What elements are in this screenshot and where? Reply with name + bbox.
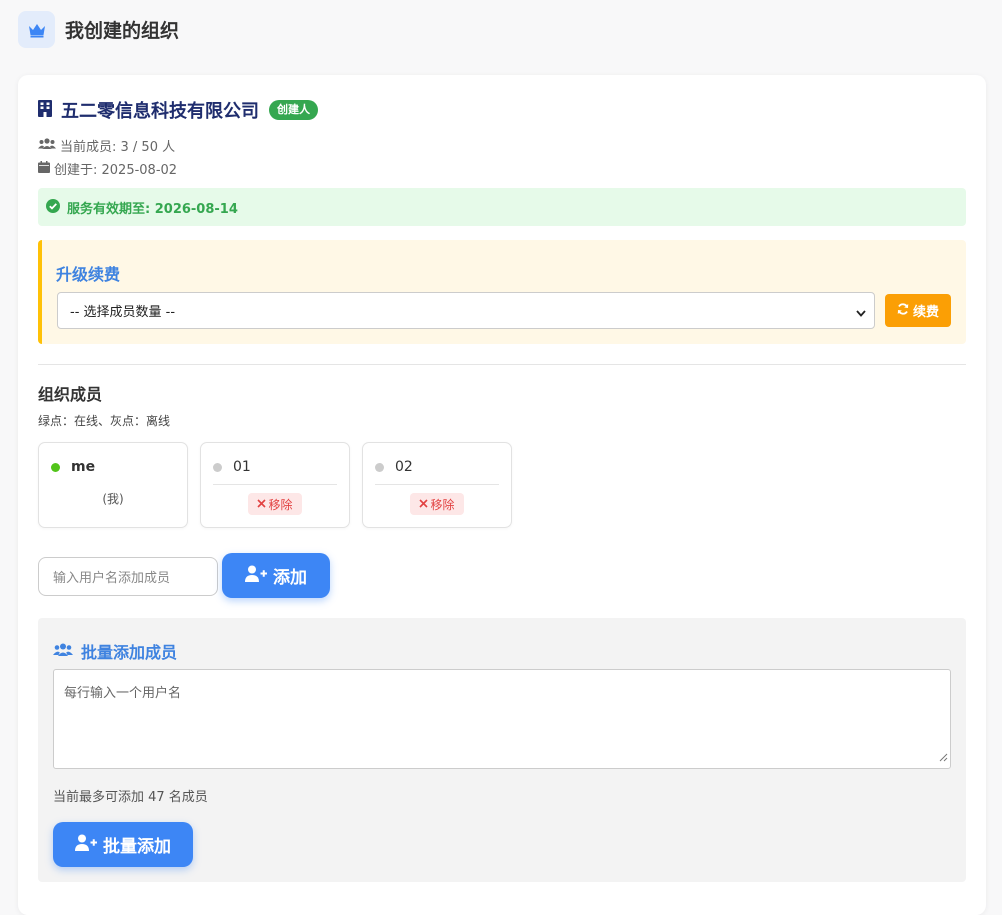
member-card: 01 移除: [200, 442, 350, 528]
creator-badge: 创建人: [269, 100, 318, 120]
add-member-button[interactable]: 添加: [222, 553, 330, 598]
bulk-usernames-textarea[interactable]: 每行输入一个用户名: [53, 669, 951, 769]
section-divider: [38, 364, 966, 365]
created-date-text: 创建于: 2025-08-02: [54, 163, 178, 178]
username-placeholder: 输入用户名添加成员: [53, 571, 171, 586]
select-value: -- 选择成员数量 --: [70, 305, 176, 320]
page-header: 我创建的组织: [18, 11, 179, 48]
validity-text: 服务有效期至: 2026-08-14: [67, 201, 238, 217]
close-icon: [419, 497, 429, 511]
online-dot: [51, 462, 60, 472]
self-tag: (我): [102, 492, 124, 506]
page-title: 我创建的组织: [65, 20, 180, 42]
resize-grip-icon[interactable]: [939, 751, 948, 766]
bulk-add-title: 批量添加成员: [53, 639, 177, 663]
user-plus-icon: [75, 834, 97, 856]
offline-dot: [375, 462, 384, 472]
chevron-down-icon: [856, 306, 866, 321]
remove-member-button[interactable]: 移除: [410, 493, 464, 515]
remove-member-button[interactable]: 移除: [248, 493, 302, 515]
check-circle-icon: [46, 198, 60, 217]
bulk-title-text: 批量添加成员: [81, 643, 178, 662]
offline-dot: [213, 462, 222, 472]
member-count-text: 当前成员: 3 / 50 人: [60, 140, 176, 155]
renew-button[interactable]: 续费: [885, 294, 951, 327]
calendar-icon: [38, 160, 54, 177]
member-divider: [213, 484, 337, 485]
users-icon: [53, 642, 73, 661]
bulk-add-label: 批量添加: [103, 837, 171, 857]
member-count-select[interactable]: -- 选择成员数量 --: [57, 292, 875, 329]
username-input[interactable]: 输入用户名添加成员: [38, 557, 218, 596]
crown-icon: [18, 11, 55, 48]
member-name: 02: [395, 459, 413, 475]
building-icon: [38, 99, 52, 121]
bulk-add-panel: 批量添加成员 每行输入一个用户名 当前最多可添加 47 名成员 批量添加: [38, 618, 966, 882]
renew-label: 续费: [912, 305, 939, 320]
users-icon: [38, 137, 60, 154]
status-legend: 绿点：在线、灰点：离线: [38, 414, 171, 428]
member-name: me: [71, 459, 96, 475]
validity-notice: 服务有效期至: 2026-08-14: [38, 188, 966, 226]
org-header: 五二零信息科技有限公司 创建人: [38, 97, 318, 123]
close-icon: [257, 497, 267, 511]
member-count: 当前成员: 3 / 50 人: [38, 136, 175, 155]
organization-card: 五二零信息科技有限公司 创建人 当前成员: 3 / 50 人 创建于: 2025…: [18, 75, 986, 915]
member-name: 01: [233, 459, 251, 475]
user-plus-icon: [245, 565, 267, 587]
upgrade-title: 升级续费: [56, 265, 121, 284]
member-divider: [375, 484, 499, 485]
add-label: 添加: [273, 568, 307, 588]
member-limit-note: 当前最多可添加 47 名成员: [53, 790, 208, 805]
upgrade-panel: 升级续费 -- 选择成员数量 -- 续费: [38, 240, 966, 344]
created-date: 创建于: 2025-08-02: [38, 159, 177, 178]
refresh-icon: [897, 302, 909, 319]
org-name: 五二零信息科技有限公司: [61, 101, 259, 122]
remove-label: 移除: [268, 497, 293, 512]
textarea-placeholder: 每行输入一个用户名: [64, 686, 182, 701]
bulk-add-button[interactable]: 批量添加: [53, 822, 193, 867]
members-title: 组织成员: [38, 385, 103, 404]
member-card: 02 移除: [362, 442, 512, 528]
remove-label: 移除: [430, 497, 455, 512]
member-card: me (我): [38, 442, 188, 528]
